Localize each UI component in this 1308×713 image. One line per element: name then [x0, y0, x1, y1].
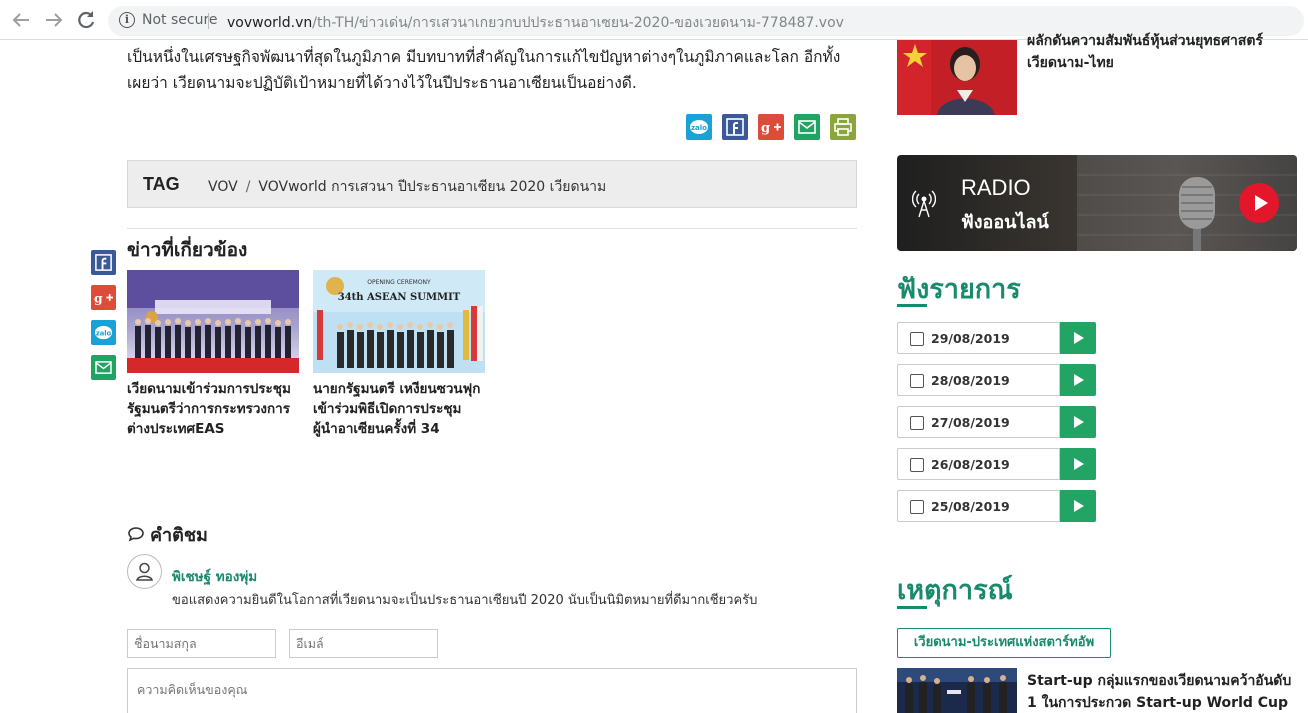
event-thumbnail[interactable]	[897, 668, 1017, 713]
comment-textarea[interactable]	[127, 668, 857, 713]
comments-heading: คำติชม	[127, 520, 208, 549]
image-caption-line2: 34th ASEAN SUMMIT	[338, 292, 461, 303]
program-date: 25/08/2019	[931, 499, 1010, 514]
radio-title: RADIO	[961, 175, 1031, 200]
tag-separator: /	[245, 179, 251, 195]
url-host: vovworld.vn	[227, 15, 313, 31]
tag-box: TAG VOV / VOVworld การเสวนา ปีประธานอาเซีย…	[127, 160, 857, 208]
google-plus-icon[interactable]: g	[91, 285, 116, 310]
program-date-row[interactable]: 25/08/2019	[897, 490, 1097, 522]
print-icon[interactable]	[830, 114, 856, 140]
events-title: เหตุการณ์	[897, 575, 1013, 606]
user-avatar-icon	[127, 554, 162, 589]
comment-author: พิเชษฐ์ ทองพุ่ม	[172, 569, 258, 585]
url-divider	[208, 13, 209, 29]
email-input[interactable]	[289, 629, 438, 658]
url-path: /th-TH/ข่าวเด่น/การเสวนาเกยวกบปประธานอาเ…	[312, 15, 844, 31]
program-play-button[interactable]	[1060, 448, 1096, 480]
email-icon[interactable]	[794, 114, 820, 140]
play-icon	[1255, 195, 1268, 211]
related-news-image[interactable]	[127, 270, 299, 373]
related-news-caption[interactable]: นายกรัฐมนตรี เหงียนซวนฟุก เข้าร่วมพิธีเป…	[313, 379, 485, 439]
program-date-box[interactable]: 26/08/2019	[897, 448, 1060, 480]
tag-label: TAG	[143, 174, 180, 194]
svg-text:zalo: zalo	[691, 124, 707, 132]
program-date: 28/08/2019	[931, 373, 1010, 388]
svg-text:g: g	[761, 121, 770, 136]
floating-share-bar: g zalo	[91, 250, 116, 380]
forward-arrow-icon[interactable]	[42, 8, 66, 32]
program-date-row[interactable]: 26/08/2019	[897, 448, 1097, 480]
broadcast-tower-icon	[912, 190, 936, 218]
back-arrow-icon[interactable]	[9, 8, 33, 32]
event-topic-button[interactable]: เวียดนาม-ประเทศแห่งสตาร์ทอัพ	[897, 628, 1111, 658]
name-input[interactable]	[127, 629, 276, 658]
calendar-icon	[910, 458, 924, 472]
programs-underline	[897, 304, 927, 307]
facebook-icon[interactable]	[722, 114, 748, 140]
share-toolbar: zalo g	[686, 114, 856, 140]
calendar-icon	[910, 374, 924, 388]
tag-list: VOV / VOVworld การเสวนา ปีประธานอาเซียน 20…	[208, 176, 606, 198]
related-news-image[interactable]: OPENING CEREMONY 34th ASEAN SUMMIT	[313, 270, 485, 373]
article-paragraph: เป็นหนึ่งในเศรษฐกิจพัฒนาที่สุดในภูมิภาค …	[127, 48, 841, 92]
program-play-button[interactable]	[1060, 364, 1096, 396]
program-play-button[interactable]	[1060, 322, 1096, 354]
radio-banner[interactable]: RADIO ฟังออนไลน์	[897, 155, 1297, 251]
program-date-box[interactable]: 28/08/2019	[897, 364, 1060, 396]
calendar-icon	[910, 332, 924, 346]
google-plus-icon[interactable]: g	[758, 114, 784, 140]
radio-play-button[interactable]	[1239, 183, 1279, 223]
play-icon	[1074, 374, 1084, 386]
related-news-item[interactable]: เวียดนามเข้าร่วมการประชุมรัฐมนตรีว่าการก…	[127, 270, 299, 439]
program-date-box[interactable]: 27/08/2019	[897, 406, 1060, 438]
facebook-icon[interactable]	[91, 250, 116, 275]
top-news-thumbnail[interactable]	[897, 40, 1017, 115]
svg-text:zalo: zalo	[96, 329, 112, 337]
program-date: 26/08/2019	[931, 457, 1010, 472]
speech-bubble-icon	[128, 527, 144, 542]
zalo-icon[interactable]: zalo	[91, 320, 116, 345]
play-icon	[1074, 500, 1084, 512]
comments-title: คำติชม	[150, 525, 208, 546]
program-date-row[interactable]: 28/08/2019	[897, 364, 1097, 396]
program-date-row[interactable]: 27/08/2019	[897, 406, 1097, 438]
email-icon[interactable]	[91, 355, 116, 380]
svg-text:g: g	[94, 290, 103, 305]
related-news-item[interactable]: OPENING CEREMONY 34th ASEAN SUMMIT นายกร…	[313, 270, 485, 439]
related-news-caption[interactable]: เวียดนามเข้าร่วมการประชุมรัฐมนตรีว่าการก…	[127, 379, 299, 439]
zalo-icon[interactable]: zalo	[686, 114, 712, 140]
program-play-button[interactable]	[1060, 406, 1096, 438]
program-play-button[interactable]	[1060, 490, 1096, 522]
play-icon	[1074, 332, 1084, 344]
info-icon[interactable]: i	[119, 12, 135, 28]
play-icon	[1074, 458, 1084, 470]
security-status[interactable]: Not secure	[142, 12, 218, 28]
reload-icon[interactable]	[74, 8, 98, 32]
related-news-title: ข่าวที่เกี่ยวข้อง	[127, 239, 248, 261]
program-date: 29/08/2019	[931, 331, 1010, 346]
tag-link[interactable]: VOVworld การเสวนา ปีประธานอาเซียน 2020 เ…	[258, 179, 606, 195]
tag-link[interactable]: VOV	[208, 179, 238, 195]
program-date-box[interactable]: 25/08/2019	[897, 490, 1060, 522]
section-divider	[127, 228, 857, 229]
top-news-title[interactable]: ผลักดันความสัมพันธ์หุ้นส่วนยุทธศาสตร์ เว…	[1027, 30, 1297, 74]
program-date-row[interactable]: 29/08/2019	[897, 322, 1097, 354]
url-text[interactable]: vovworld.vn/th-TH/ข่าวเด่น/การเสวนาเกยวก…	[227, 12, 844, 34]
program-date-box[interactable]: 29/08/2019	[897, 322, 1060, 354]
image-caption-line1: OPENING CEREMONY	[367, 279, 431, 286]
play-icon	[1074, 416, 1084, 428]
radio-subtitle: ฟังออนไลน์	[961, 212, 1049, 233]
event-news-title[interactable]: Start-up กลุ่มแรกของเวียดนามคว้าอันดับ 1…	[1027, 670, 1302, 713]
events-underline	[897, 606, 927, 609]
calendar-icon	[910, 500, 924, 514]
program-date: 27/08/2019	[931, 415, 1010, 430]
calendar-icon	[910, 416, 924, 430]
comment-text: ขอแสดงความยินดีในโอกาสที่เวียดนามจะเป็นป…	[172, 593, 758, 608]
